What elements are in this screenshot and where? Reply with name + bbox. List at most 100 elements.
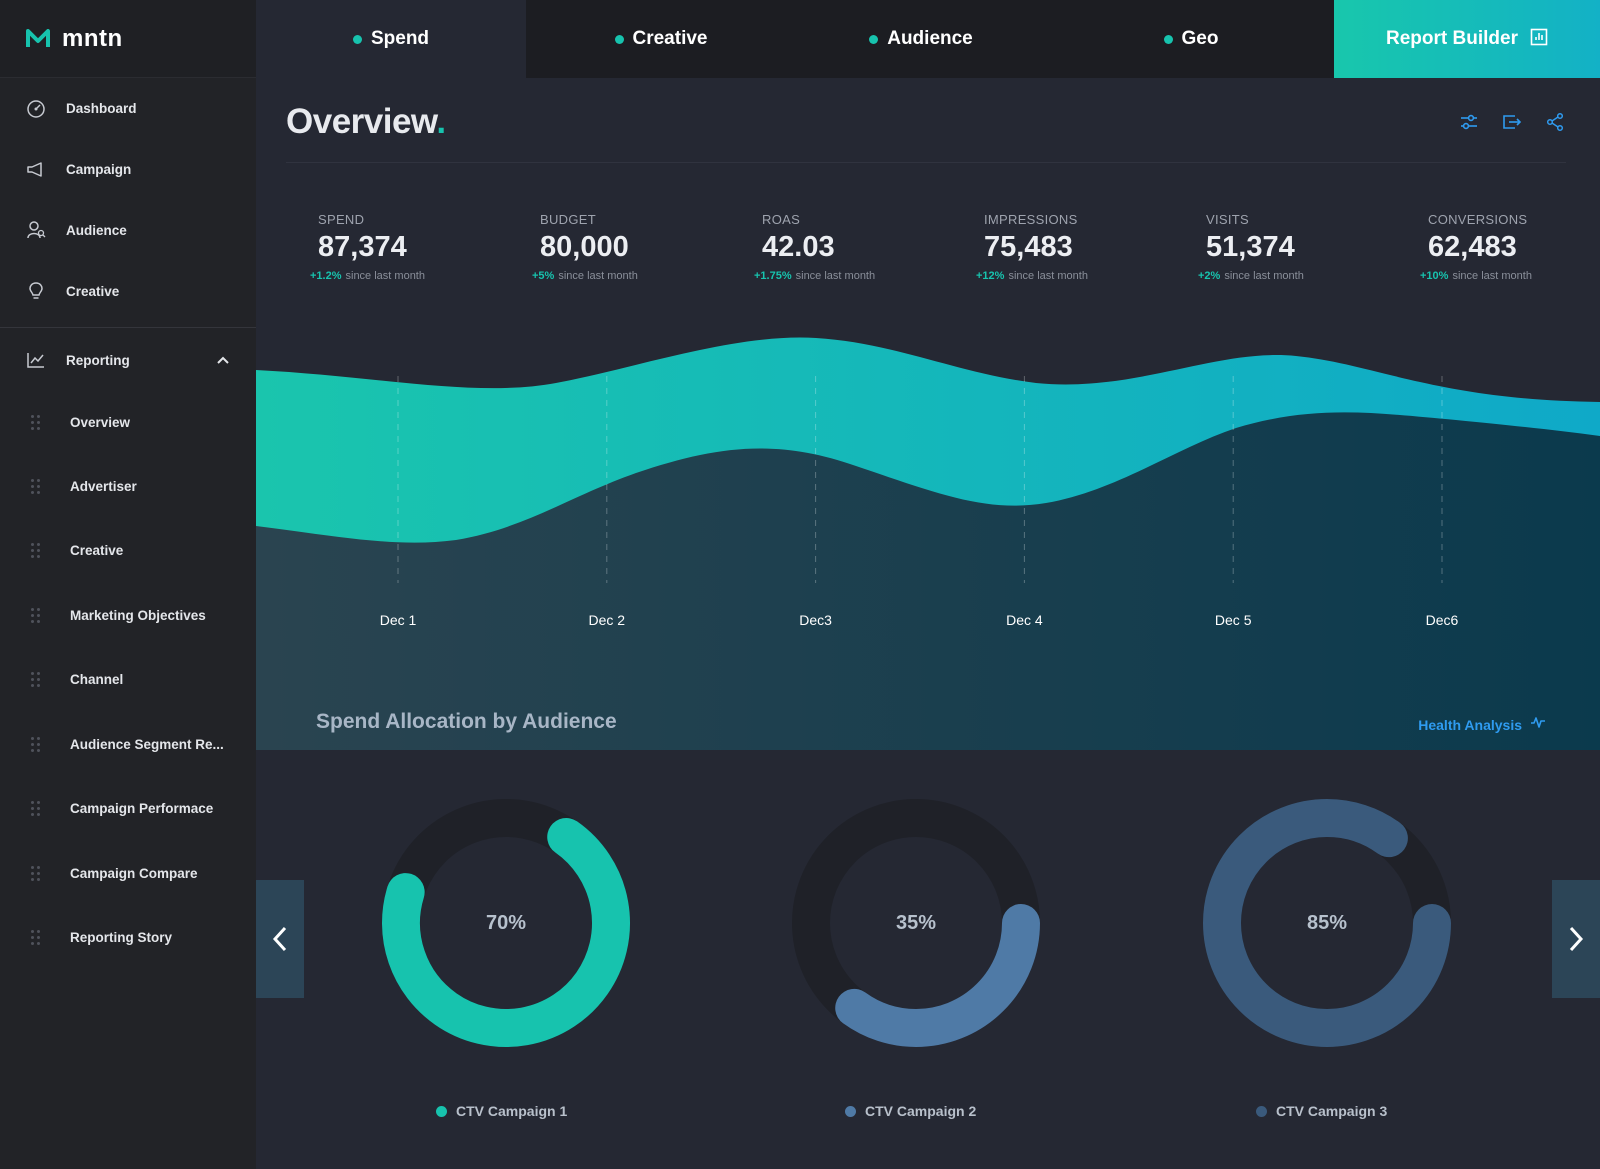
drag-handle-icon[interactable] <box>31 477 40 495</box>
drag-handle-icon[interactable] <box>31 864 40 882</box>
brand-name: mntn <box>62 24 123 52</box>
kpi-delta: +5% since last month <box>532 270 732 282</box>
kpi-label: ROAS <box>762 212 801 227</box>
chevron-up-icon[interactable] <box>216 353 230 372</box>
kpi-delta-note: since last month <box>558 270 638 282</box>
sidebar-subitem-campaign-compare[interactable]: Campaign Compare <box>0 853 256 893</box>
kpi-delta-note: since last month <box>1008 270 1088 282</box>
tab-label: Geo <box>1181 28 1219 49</box>
sidebar-item-dashboard[interactable]: Dashboard <box>0 88 256 128</box>
sidebar-item-label: Dashboard <box>66 100 137 116</box>
kpi-delta: +12% since last month <box>976 270 1176 282</box>
legend-label: CTV Campaign 3 <box>1276 1103 1388 1119</box>
header-divider <box>286 162 1566 163</box>
tab-geo[interactable]: Geo <box>1056 0 1326 78</box>
kpi-value: 62,483 <box>1428 231 1517 263</box>
health-analysis-link[interactable]: Health Analysis <box>1418 714 1546 735</box>
page-title: Overview. <box>286 102 446 142</box>
chart-x-tick-label: Dec 2 <box>589 612 626 628</box>
tab-dot <box>614 34 624 44</box>
page-title-mark: . <box>436 102 446 141</box>
line-chart-icon <box>26 350 46 370</box>
legend-item: CTV Campaign 3 <box>1256 1103 1387 1119</box>
tab-audience[interactable]: Audience <box>786 0 1056 78</box>
kpi-delta-value: +5% <box>532 270 555 282</box>
kpi-delta-note: since last month <box>795 270 876 282</box>
kpi-delta-note: since last month <box>1452 270 1532 282</box>
tab-dot <box>869 34 879 44</box>
chevron-right-icon <box>1569 926 1584 952</box>
drag-handle-icon[interactable] <box>31 413 40 431</box>
tab-dot <box>352 34 362 44</box>
report-builder-button[interactable]: Report Builder <box>1334 0 1600 78</box>
report-icon <box>1530 28 1548 51</box>
sidebar-item-audience[interactable]: Audience <box>0 210 256 250</box>
sidebar-item-campaign[interactable]: Campaign <box>0 149 256 189</box>
carousel-next-button[interactable] <box>1552 880 1600 998</box>
kpi-delta-value: +2% <box>1198 270 1221 282</box>
sidebar-subitem-audience-segment[interactable]: Audience Segment Re... <box>0 724 256 764</box>
share-icon[interactable] <box>1544 111 1566 133</box>
kpi-delta: +2% since last month <box>1198 270 1398 282</box>
legend-label: CTV Campaign 2 <box>865 1103 977 1119</box>
sidebar-subitem-creative[interactable]: Creative <box>0 530 256 570</box>
kpi-delta-value: +10% <box>1420 270 1449 282</box>
kpi-visits: VISITS 51,374 +2% since last month <box>1198 212 1398 282</box>
sidebar-item-reporting[interactable]: Reporting <box>0 340 256 380</box>
kpi-conversions: CONVERSIONS 62,483 +10% since last month <box>1420 212 1600 282</box>
filter-sliders-icon[interactable] <box>1458 111 1480 133</box>
kpi-label: SPEND <box>318 212 365 227</box>
legend-label: CTV Campaign 1 <box>456 1103 568 1119</box>
header-actions <box>1437 111 1566 133</box>
carousel-prev-button[interactable] <box>256 880 304 998</box>
sidebar-subitem-campaign-performance[interactable]: Campaign Performace <box>0 788 256 828</box>
sidebar-subitem-marketing-objectives[interactable]: Marketing Objectives <box>0 595 256 635</box>
kpi-label: BUDGET <box>540 212 596 227</box>
tab-spend[interactable]: Spend <box>256 0 526 78</box>
sidebar-subitem-label: Reporting Story <box>70 929 173 945</box>
kpi-delta-note: since last month <box>345 270 425 282</box>
drag-handle-icon[interactable] <box>31 928 40 946</box>
chart-x-tick-label: Dec3 <box>799 612 832 628</box>
donut-value-label: 35% <box>895 911 937 934</box>
main-content: Overview. SPEND 87,374 +1.2% since last m… <box>256 78 1600 1169</box>
sidebar-subitem-label: Audience Segment Re... <box>70 736 224 752</box>
sidebar-item-label: Campaign <box>66 161 132 177</box>
kpi-label: CONVERSIONS <box>1428 212 1528 227</box>
drag-handle-icon[interactable] <box>31 799 40 817</box>
kpi-roas: ROAS 42.03 +1.75% since last month <box>754 212 954 282</box>
logo-mark-icon <box>26 28 50 47</box>
sidebar-item-creative[interactable]: Creative <box>0 271 256 311</box>
drag-handle-icon[interactable] <box>31 606 40 624</box>
tab-creative[interactable]: Creative <box>526 0 796 78</box>
page-title-text: Overview <box>286 102 437 141</box>
sidebar-item-label: Creative <box>66 283 120 299</box>
sidebar-subitem-overview[interactable]: Overview <box>0 402 256 442</box>
sidebar-subitem-reporting-story[interactable]: Reporting Story <box>0 917 256 957</box>
sidebar-item-label: Reporting <box>66 352 130 368</box>
tab-label: Creative <box>632 28 708 49</box>
sidebar-subitem-label: Advertiser <box>70 478 137 494</box>
megaphone-icon <box>26 159 46 179</box>
sidebar-subitem-label: Campaign Compare <box>70 865 198 881</box>
kpi-delta: +1.75% since last month <box>754 270 954 282</box>
sidebar-subitem-label: Campaign Performace <box>70 800 214 816</box>
sidebar-subitem-label: Overview <box>70 414 131 430</box>
chart-x-tick-label: Dec 5 <box>1215 612 1252 628</box>
user-search-icon <box>26 220 46 240</box>
kpi-value: 80,000 <box>540 231 629 263</box>
kpi-delta: +10% since last month <box>1420 270 1600 282</box>
sidebar-item-label: Audience <box>66 222 127 238</box>
drag-handle-icon[interactable] <box>31 735 40 753</box>
logo[interactable]: mntn <box>0 0 256 78</box>
drag-handle-icon[interactable] <box>31 541 40 559</box>
drag-handle-icon[interactable] <box>31 670 40 688</box>
export-icon[interactable] <box>1501 111 1523 133</box>
kpi-label: IMPRESSIONS <box>984 212 1078 227</box>
chart-x-tick-label: Dec 4 <box>1006 612 1043 628</box>
donut-value-label: 85% <box>1306 911 1348 934</box>
sidebar-subitem-channel[interactable]: Channel <box>0 659 256 699</box>
sidebar-subitem-advertiser[interactable]: Advertiser <box>0 466 256 506</box>
sidebar-divider <box>0 327 256 328</box>
kpi-delta-note: since last month <box>1224 270 1304 282</box>
